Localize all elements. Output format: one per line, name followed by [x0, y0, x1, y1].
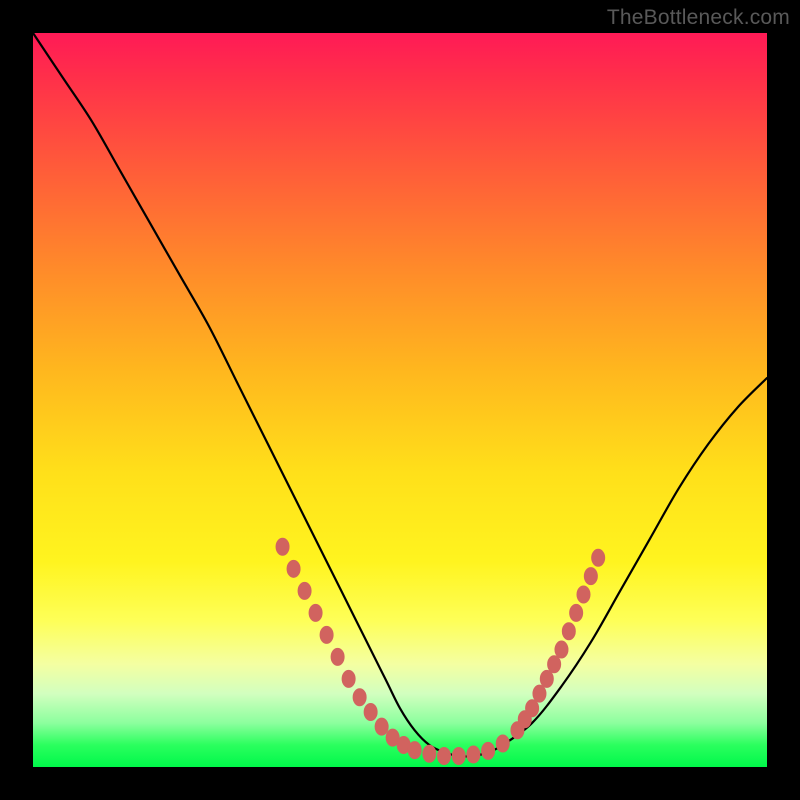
highlight-dot — [309, 604, 323, 622]
highlight-dot — [408, 741, 422, 759]
bottleneck-curve — [33, 33, 767, 756]
highlight-dot — [591, 549, 605, 567]
highlight-dot — [353, 688, 367, 706]
highlight-dot — [287, 560, 301, 578]
highlight-dot — [496, 735, 510, 753]
chart-frame: TheBottleneck.com — [0, 0, 800, 800]
highlight-dot — [554, 641, 568, 659]
highlight-dot — [320, 626, 334, 644]
highlight-dots — [276, 538, 606, 765]
highlight-dot — [452, 747, 466, 765]
curve-layer — [33, 33, 767, 767]
highlight-dot — [562, 622, 576, 640]
highlight-dot — [364, 703, 378, 721]
highlight-dot — [331, 648, 345, 666]
highlight-dot — [437, 747, 451, 765]
highlight-dot — [569, 604, 583, 622]
highlight-dot — [584, 567, 598, 585]
highlight-dot — [481, 742, 495, 760]
watermark-text: TheBottleneck.com — [607, 6, 790, 30]
highlight-dot — [577, 586, 591, 604]
highlight-dot — [375, 718, 389, 736]
highlight-dot — [276, 538, 290, 556]
highlight-dot — [342, 670, 356, 688]
highlight-dot — [298, 582, 312, 600]
plot-area — [33, 33, 767, 767]
highlight-dot — [422, 745, 436, 763]
highlight-dot — [466, 746, 480, 764]
